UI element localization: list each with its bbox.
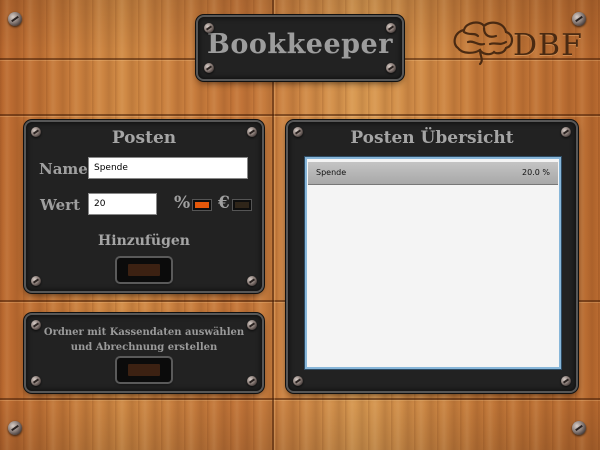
screw-icon: [247, 127, 257, 137]
app-title-plate: Bookkeeper: [198, 17, 402, 79]
add-label: Hinzufügen: [98, 233, 190, 249]
screw-icon: [561, 127, 571, 137]
ordner-label: Ordner mit Kassendaten auswählen und Abr…: [43, 327, 245, 353]
brain-icon: [453, 21, 514, 66]
toggle-led: [235, 202, 249, 208]
posten-panel: Posten Name Wert % € Hinzufügen: [26, 122, 262, 291]
list-item-name: Spende: [316, 168, 347, 177]
logo-text: DBF: [513, 28, 583, 63]
uebersicht-panel: Posten Übersicht Spende 20.0 %: [288, 122, 576, 391]
button-led: [128, 364, 160, 376]
screw-icon: [31, 127, 41, 137]
screw-icon: [386, 63, 396, 73]
ordner-panel: Ordner mit Kassendaten auswählen und Abr…: [26, 315, 262, 391]
list-item-value: 20.0 %: [522, 168, 550, 177]
screw-icon: [31, 320, 41, 330]
button-led: [128, 264, 160, 276]
posten-list[interactable]: Spende 20.0 %: [305, 157, 561, 369]
euro-toggle[interactable]: [232, 199, 252, 211]
ordner-button[interactable]: [117, 358, 171, 382]
list-item[interactable]: Spende 20.0 %: [308, 162, 558, 185]
dbf-logo: DBF: [450, 18, 585, 68]
add-button[interactable]: [117, 258, 171, 282]
toggle-led: [195, 202, 209, 208]
screw-icon: [247, 276, 257, 286]
percent-toggle[interactable]: [192, 199, 212, 211]
posten-title: Posten: [111, 128, 177, 148]
screw-icon: [204, 23, 214, 33]
name-label: Name: [39, 160, 88, 178]
screw-icon: [247, 376, 257, 386]
screw-icon: [8, 12, 22, 26]
name-input[interactable]: [88, 157, 248, 179]
wert-label: Wert: [40, 196, 80, 214]
screw-icon: [572, 421, 586, 435]
euro-symbol: €: [218, 193, 230, 213]
plank-seam: [0, 114, 600, 116]
screw-icon: [561, 376, 571, 386]
plank-seam: [0, 398, 600, 400]
wert-input[interactable]: [88, 193, 157, 215]
app-title: Bookkeeper: [207, 29, 393, 60]
percent-symbol: %: [174, 193, 191, 213]
screw-icon: [386, 23, 396, 33]
screw-icon: [293, 127, 303, 137]
screw-icon: [204, 63, 214, 73]
screw-icon: [293, 376, 303, 386]
screw-icon: [247, 320, 257, 330]
screw-icon: [8, 421, 22, 435]
uebersicht-title: Posten Übersicht: [350, 128, 514, 148]
screw-icon: [31, 276, 41, 286]
screw-icon: [31, 376, 41, 386]
